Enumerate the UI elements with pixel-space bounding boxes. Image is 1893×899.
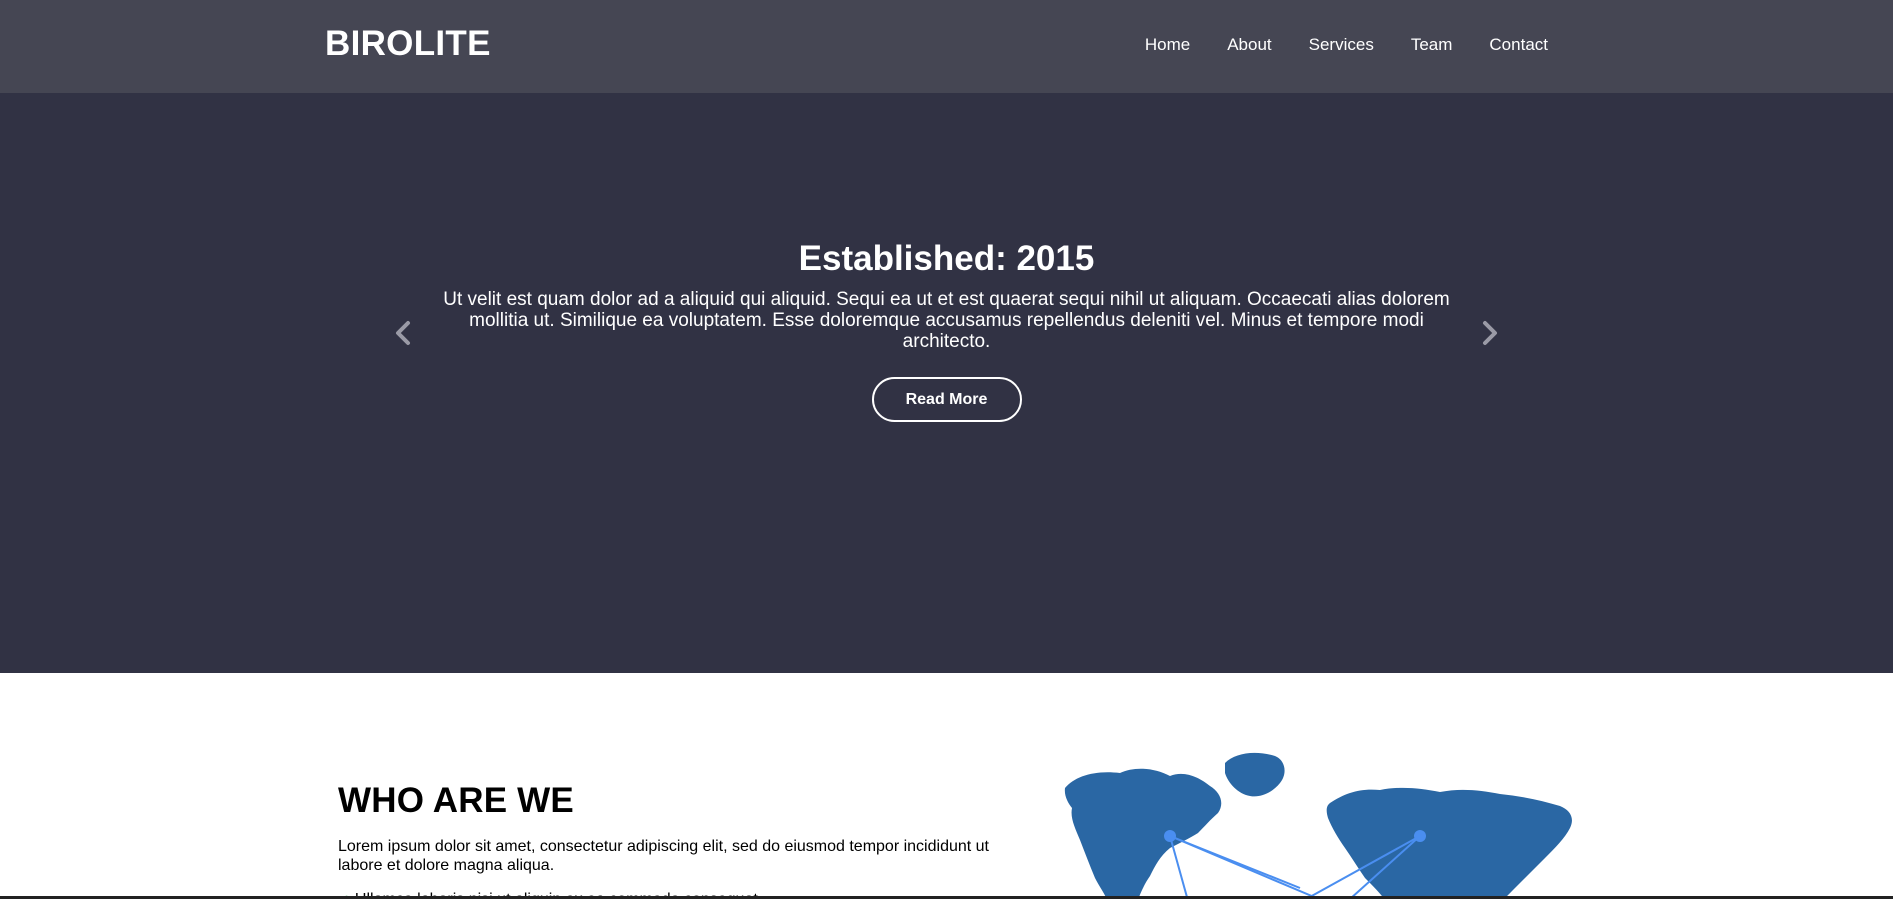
about-section: WHO ARE WE Lorem ipsum dolor sit amet, c… (0, 680, 1893, 899)
nav-contact[interactable]: Contact (1489, 35, 1548, 55)
main-nav: Home About Services Team Contact (1145, 35, 1548, 55)
hero-carousel: Established: 2015 Ut velit est quam dolo… (0, 93, 1893, 673)
carousel-next-button[interactable] (1475, 313, 1505, 353)
nav-home[interactable]: Home (1145, 35, 1190, 55)
about-text: Lorem ipsum dolor sit amet, consectetur … (338, 838, 989, 874)
nav-team[interactable]: Team (1411, 35, 1453, 55)
site-header: BIROLITE Home About Services Team Contac… (0, 0, 1893, 93)
carousel-prev-button[interactable] (388, 313, 418, 353)
world-map-icon (1064, 752, 1572, 899)
read-more-button[interactable]: Read More (871, 377, 1022, 422)
hero-slide: Established: 2015 Ut velit est quam dolo… (440, 238, 1453, 422)
hero-text: Ut velit est quam dolor ad a aliquid qui… (443, 289, 1450, 352)
about-title: WHO ARE WE (338, 781, 574, 820)
hero-title: Established: 2015 (798, 239, 1095, 278)
chevron-left-icon (396, 321, 410, 345)
nav-services[interactable]: Services (1309, 35, 1374, 55)
site-logo[interactable]: BIROLITE (325, 24, 491, 64)
nav-about[interactable]: About (1227, 35, 1271, 55)
chevron-right-icon (1483, 321, 1497, 345)
